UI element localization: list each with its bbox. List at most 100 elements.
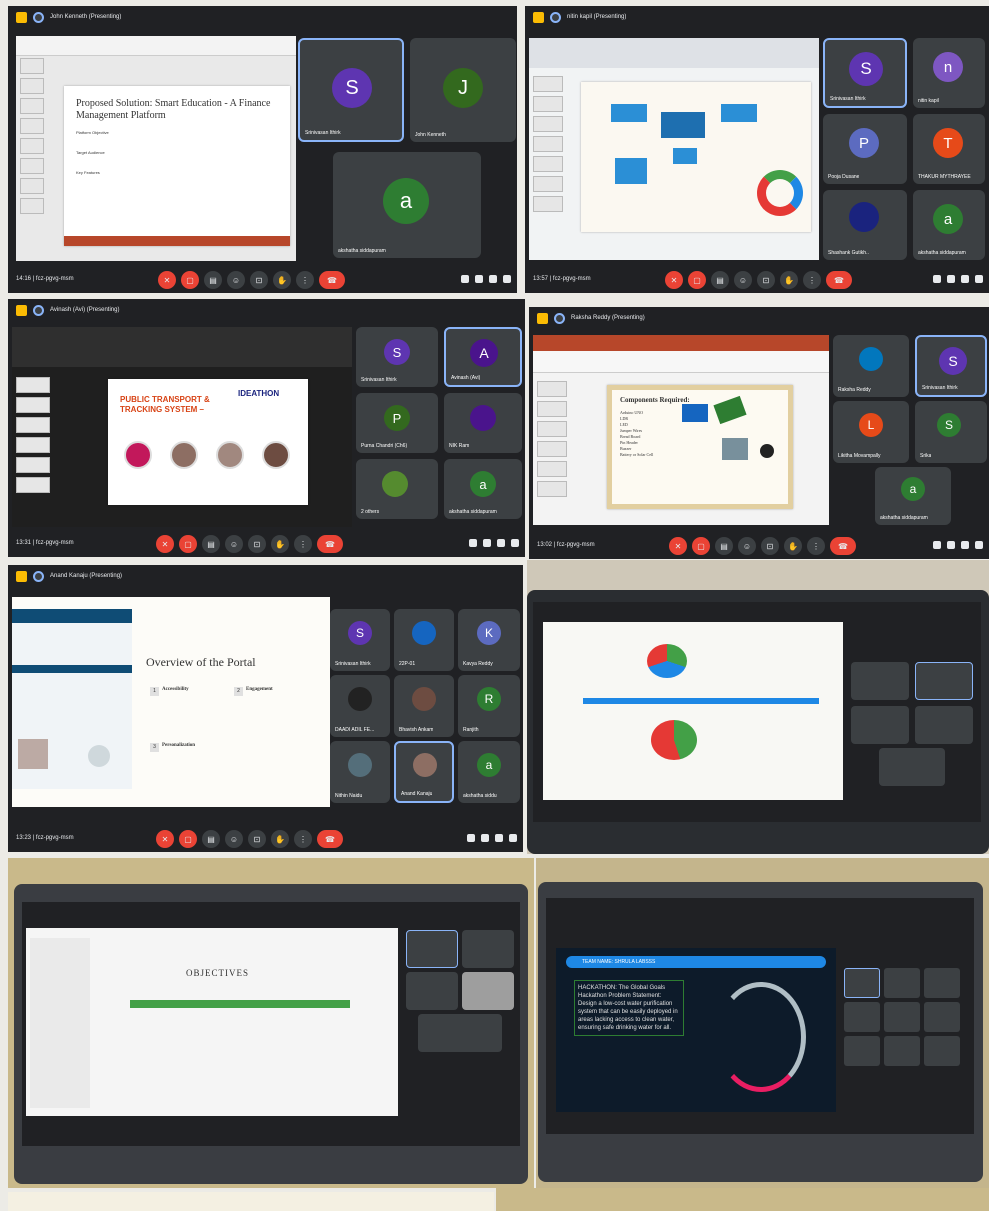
emoji-icon[interactable]: ☺ [225,830,243,848]
emoji-icon[interactable]: ☺ [227,271,245,289]
end-call-icon[interactable]: ☎ [319,271,345,289]
more-icon[interactable]: ⋮ [294,830,312,848]
more-icon[interactable]: ⋮ [296,271,314,289]
camera-off-icon[interactable]: ▢ [688,271,706,289]
present-icon[interactable]: ⊡ [757,271,775,289]
participant-tile[interactable]: R Ranjith [458,675,520,737]
participant-tile[interactable]: S Srinivasan Ithirk [298,38,404,142]
info-icon[interactable] [469,539,477,547]
shared-screen [529,38,819,260]
emoji-icon[interactable]: ☺ [734,271,752,289]
present-icon[interactable]: ⊡ [248,535,266,553]
participant-tile[interactable]: a akshatha siddu [458,741,520,803]
participant-tile[interactable]: T THAKUR MYTHRAYEE [913,114,985,184]
emoji-icon[interactable]: ☺ [225,535,243,553]
participant-tile[interactable]: Raksha Reddy [833,335,909,397]
participant-tile[interactable]: L Likitha Movampally [833,401,909,463]
chat-icon[interactable] [495,834,503,842]
chat-icon[interactable] [961,541,969,549]
raise-hand-icon[interactable]: ✋ [271,830,289,848]
participant-tile[interactable]: S Srika [915,401,987,463]
present-icon[interactable]: ⊡ [250,271,268,289]
mic-off-icon[interactable]: ✕ [665,271,683,289]
info-icon[interactable] [461,275,469,283]
chat-icon[interactable] [961,275,969,283]
slide-thumbnails[interactable] [537,381,567,517]
people-icon[interactable] [483,539,491,547]
present-icon[interactable]: ⊡ [761,537,779,555]
participant-tile[interactable]: a akshatha siddapuram [913,190,985,260]
participant-tile[interactable]: P Purna Chandri (Ch6) [356,393,438,453]
end-call-icon[interactable]: ☎ [317,830,343,848]
emoji-icon[interactable]: ☺ [738,537,756,555]
activities-icon[interactable] [975,275,983,283]
activities-icon[interactable] [509,834,517,842]
participant-tile[interactable]: NIK Ram [444,393,522,453]
captions-icon[interactable]: ▤ [715,537,733,555]
people-icon[interactable] [481,834,489,842]
captions-icon[interactable]: ▤ [202,535,220,553]
camera-off-icon[interactable]: ▢ [181,271,199,289]
participant-tile[interactable]: Bhavish Ankam [394,675,454,737]
people-icon[interactable] [947,275,955,283]
participant-tile[interactable]: S Srinivasan Ithirk [356,327,438,387]
participant-tile[interactable]: DAADI ADIL FE... [330,675,390,737]
participant-tile[interactable]: S Srinivasan Ithirk [915,335,987,397]
more-icon[interactable]: ⋮ [803,271,821,289]
people-icon[interactable] [947,541,955,549]
participant-tile[interactable]: S Srinivasan Ithirk [330,609,390,671]
participant-name: Nithin Naidu [335,793,363,799]
captions-icon[interactable]: ▤ [204,271,222,289]
participant-tile[interactable]: P Pooja Dusane [823,114,907,184]
mic-off-icon[interactable]: ✕ [158,271,176,289]
participant-tile[interactable]: J John Kenneth [410,38,516,142]
mic-off-icon[interactable]: ✕ [156,535,174,553]
participant-tile[interactable]: a akshatha siddapuram [333,152,481,258]
activities-icon[interactable] [975,541,983,549]
captions-icon[interactable]: ▤ [202,830,220,848]
activities-icon[interactable] [511,539,519,547]
participant-tile[interactable]: A Avinash (Avi) [444,327,522,387]
raise-hand-icon[interactable]: ✋ [780,271,798,289]
mic-off-icon[interactable]: ✕ [156,830,174,848]
camera-off-icon[interactable]: ▢ [692,537,710,555]
avatar: S [332,68,372,108]
chat-icon[interactable] [497,539,505,547]
captions-icon[interactable]: ▤ [711,271,729,289]
people-icon[interactable] [475,275,483,283]
participant-tile[interactable]: 22P-01 [394,609,454,671]
participant-tile[interactable]: Anand Kanaju [394,741,454,803]
mic-off-icon[interactable]: ✕ [669,537,687,555]
avatar: T [933,128,963,158]
chat-icon[interactable] [489,275,497,283]
participant-tile[interactable]: Shashank Gutikh.. [823,190,907,260]
participant-tile[interactable]: S Srinivasan Ithirk [823,38,907,108]
participant-tile[interactable]: a akshatha siddapuram [444,459,522,519]
info-icon[interactable] [467,834,475,842]
end-call-icon[interactable]: ☎ [830,537,856,555]
participant-tile[interactable]: Nithin Naidu [330,741,390,803]
raise-hand-icon[interactable]: ✋ [271,535,289,553]
more-icon[interactable]: ⋮ [807,537,825,555]
laptop-screen: OBJECTIVES [22,902,520,1146]
participant-tile[interactable]: 2 others [356,459,438,519]
raise-hand-icon[interactable]: ✋ [273,271,291,289]
participant-tile[interactable]: a akshatha siddapuram [875,467,951,525]
participant-tile[interactable]: n nitin kapil [913,38,985,108]
camera-off-icon[interactable]: ▢ [179,535,197,553]
info-icon[interactable] [933,541,941,549]
camera-off-icon[interactable]: ▢ [179,830,197,848]
more-icon[interactable]: ⋮ [294,535,312,553]
info-icon[interactable] [933,275,941,283]
activities-icon[interactable] [503,275,511,283]
slide-thumbnails[interactable] [20,58,44,253]
raise-hand-icon[interactable]: ✋ [784,537,802,555]
end-call-icon[interactable]: ☎ [826,271,852,289]
feature-title: Accessibility [162,687,189,692]
meeting-code: fcz-pgvg-msm [556,542,595,548]
end-call-icon[interactable]: ☎ [317,535,343,553]
slide-thumbnails[interactable] [533,76,563,252]
present-icon[interactable]: ⊡ [248,830,266,848]
participant-tile[interactable]: K Kavya Reddy [458,609,520,671]
slide-thumbnails[interactable] [16,377,50,519]
